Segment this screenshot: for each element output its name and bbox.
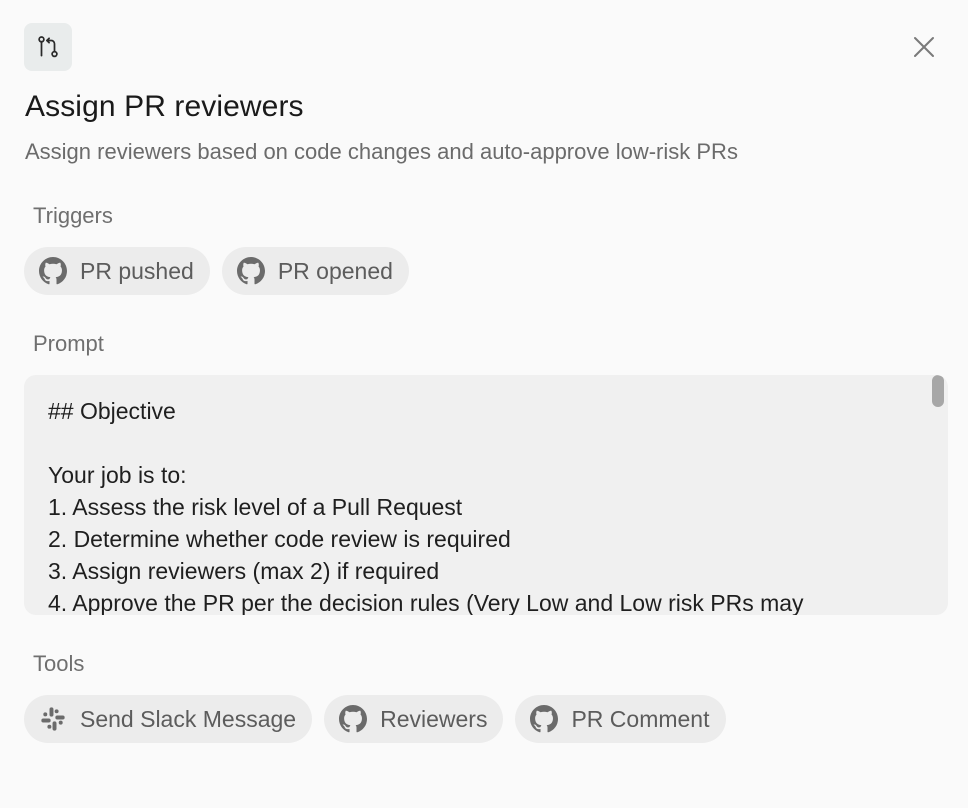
tool-chip-reviewers[interactable]: Reviewers xyxy=(324,695,504,743)
github-icon xyxy=(529,704,559,734)
tools-list: Send Slack Message Reviewers PR Comment xyxy=(24,695,726,743)
tool-label: Reviewers xyxy=(380,705,488,732)
trigger-chip-pr-opened[interactable]: PR opened xyxy=(221,247,409,295)
prompt-editor[interactable]: ## Objective Your job is to: 1. Assess t… xyxy=(24,375,948,615)
tool-chip-pr-comment[interactable]: PR Comment xyxy=(515,695,726,743)
tool-label: Send Slack Message xyxy=(80,705,297,732)
close-icon xyxy=(914,37,934,57)
trigger-label: PR opened xyxy=(277,257,393,284)
page-title: Assign PR reviewers xyxy=(25,90,304,123)
triggers-list: PR pushed PR opened xyxy=(24,247,409,295)
prompt-scrollbar[interactable] xyxy=(932,375,944,615)
github-icon xyxy=(38,256,68,286)
page-subtitle: Assign reviewers based on code changes a… xyxy=(25,139,738,164)
git-pull-request-icon xyxy=(24,23,72,71)
slack-icon xyxy=(38,704,68,734)
close-button[interactable] xyxy=(906,29,942,65)
tools-label: Tools xyxy=(33,651,85,676)
github-icon xyxy=(236,256,266,286)
tool-chip-send-slack-message[interactable]: Send Slack Message xyxy=(24,695,313,743)
github-icon xyxy=(338,704,368,734)
automation-dialog: Assign PR reviewers Assign reviewers bas… xyxy=(0,0,968,808)
trigger-chip-pr-pushed[interactable]: PR pushed xyxy=(24,247,210,295)
prompt-label: Prompt xyxy=(33,331,104,356)
prompt-text[interactable]: ## Objective Your job is to: 1. Assess t… xyxy=(48,395,908,615)
triggers-label: Triggers xyxy=(33,203,113,228)
scrollbar-thumb[interactable] xyxy=(932,375,944,407)
tool-label: PR Comment xyxy=(571,705,710,732)
trigger-label: PR pushed xyxy=(80,257,194,284)
